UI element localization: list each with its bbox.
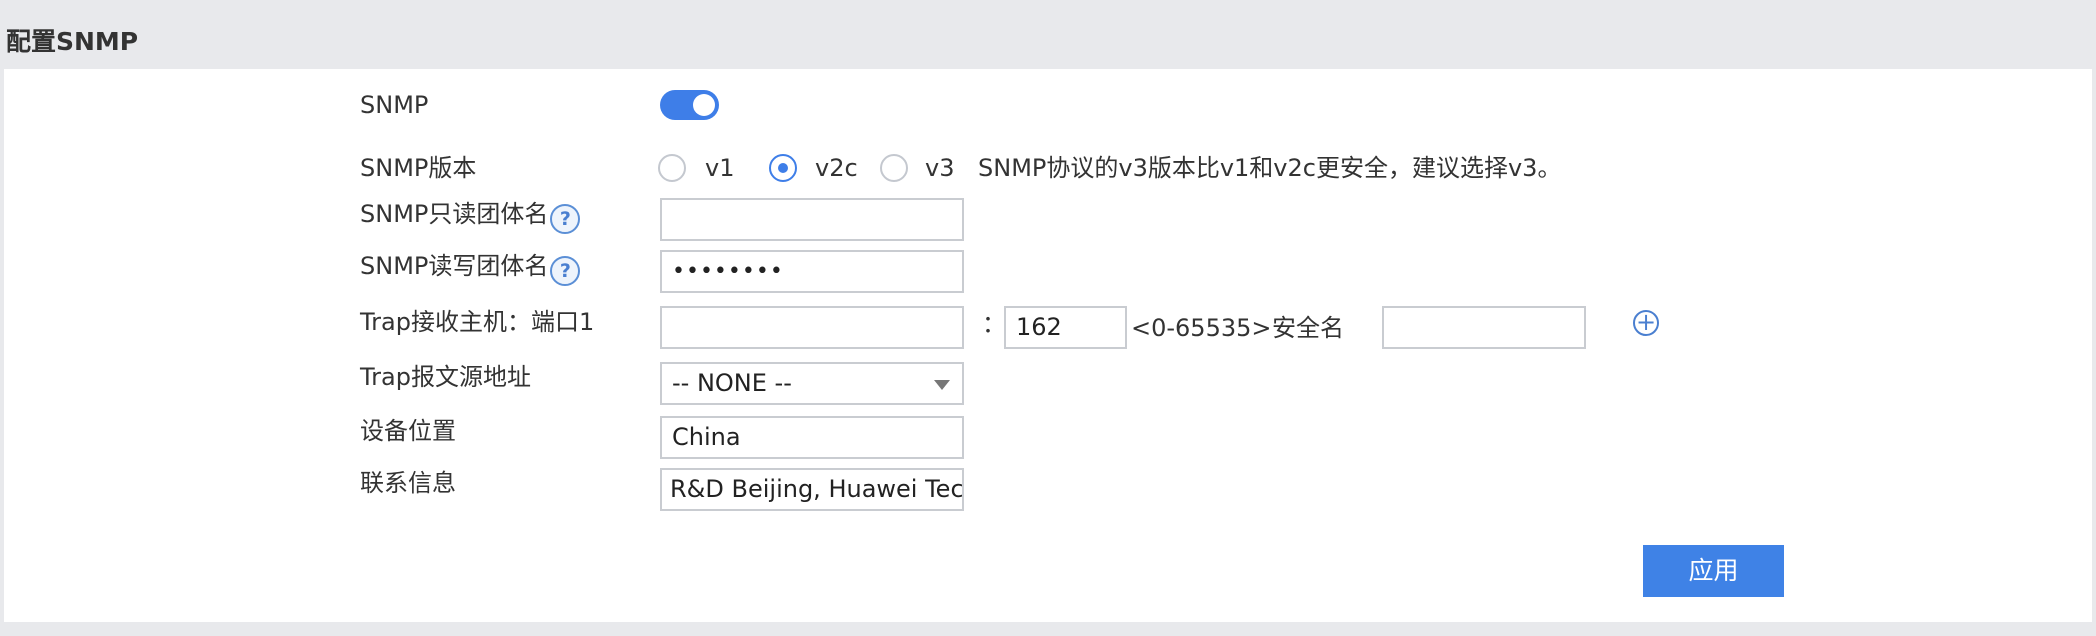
- ro-community-input[interactable]: [660, 198, 964, 241]
- rw-community-label-text: SNMP读写团体名: [360, 252, 549, 280]
- trap-source-selected: -- NONE --: [672, 369, 792, 397]
- rw-community-input[interactable]: ••••••••: [660, 250, 964, 293]
- radio-v3-label: v3: [925, 154, 955, 182]
- radio-selected-dot: [778, 163, 788, 173]
- radio-v2c[interactable]: [769, 154, 797, 182]
- location-input[interactable]: China: [660, 416, 964, 459]
- apply-button[interactable]: 应用: [1643, 545, 1784, 597]
- radio-v3[interactable]: [880, 154, 908, 182]
- contact-label: 联系信息: [360, 469, 456, 497]
- question-circle-icon[interactable]: ?: [550, 256, 581, 286]
- toggle-knob: [693, 94, 715, 116]
- rw-community-label: SNMP读写团体名?: [360, 251, 581, 286]
- trap-source-select[interactable]: -- NONE --: [660, 362, 964, 405]
- page-title: 配置SNMP: [6, 27, 139, 56]
- radio-v2c-label: v2c: [815, 154, 858, 182]
- trap-port-input[interactable]: 162: [1004, 306, 1127, 349]
- ro-community-label: SNMP只读团体名?: [360, 199, 581, 234]
- contact-input[interactable]: R&D Beijing, Huawei Tech: [660, 468, 964, 511]
- radio-v1[interactable]: [658, 154, 686, 182]
- chevron-down-icon: [934, 380, 950, 390]
- security-name-label: 安全名: [1272, 314, 1344, 342]
- page-header: 配置SNMP: [0, 0, 2096, 68]
- trap-host-label: Trap接收主机：端口1: [360, 308, 595, 336]
- radio-v1-label: v1: [705, 154, 735, 182]
- location-label: 设备位置: [360, 417, 456, 445]
- snmp-version-label: SNMP版本: [360, 154, 477, 182]
- security-name-input[interactable]: [1382, 306, 1586, 349]
- port-range-hint: <0-65535>: [1131, 314, 1272, 342]
- snmp-label: SNMP: [360, 91, 429, 119]
- port-separator: ：: [982, 310, 1006, 338]
- question-circle-icon[interactable]: ?: [550, 204, 581, 234]
- plus-circle-icon[interactable]: +: [1633, 310, 1659, 336]
- version-hint: SNMP协议的v3版本比v1和v2c更安全，建议选择v3。: [978, 154, 1562, 182]
- trap-source-label: Trap报文源地址: [360, 363, 531, 391]
- ro-community-label-text: SNMP只读团体名: [360, 200, 549, 228]
- trap-host-input[interactable]: [660, 306, 964, 349]
- snmp-toggle[interactable]: [660, 90, 719, 120]
